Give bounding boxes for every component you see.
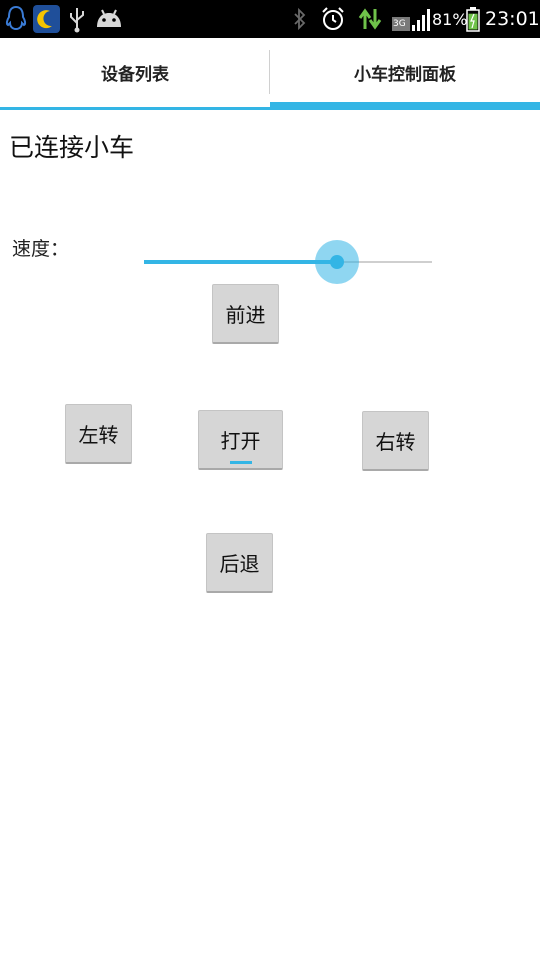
signal-icon: 3G	[392, 5, 430, 33]
forward-button-label: 前进	[225, 303, 266, 327]
tab-car-control-panel[interactable]: 小车控制面板	[270, 38, 540, 110]
tab-bar: 设备列表 小车控制面板	[0, 38, 540, 110]
backward-button[interactable]: 后退	[206, 533, 273, 593]
turn-right-button-label: 右转	[375, 430, 416, 454]
battery-icon	[466, 7, 480, 32]
bluetooth-icon	[294, 7, 306, 31]
android-debug-icon	[97, 9, 121, 27]
battery-percent: 81%	[432, 10, 468, 29]
data-transfer-icon	[358, 8, 382, 30]
open-button[interactable]: 打开	[198, 410, 283, 470]
speed-slider[interactable]	[144, 240, 432, 284]
usb-icon	[70, 8, 84, 33]
app-screen: 3G 81% 23:01 设备列表 小车控制面板 已连接小车 速度： 前进 左转…	[0, 0, 540, 960]
status-bar: 3G 81% 23:01	[0, 0, 540, 38]
turn-left-button-label: 左转	[78, 423, 119, 447]
speed-slider-thumb[interactable]	[330, 255, 344, 269]
moon-icon	[33, 5, 60, 33]
tab-device-list[interactable]: 设备列表	[0, 38, 270, 110]
clock: 23:01	[485, 8, 540, 30]
connection-status: 已连接小车	[9, 133, 135, 162]
qq-penguin-icon	[5, 5, 27, 31]
open-button-label: 打开	[220, 429, 261, 453]
tab-device-list-label: 设备列表	[101, 65, 169, 85]
speed-slider-fill	[144, 260, 337, 264]
forward-button[interactable]: 前进	[212, 284, 279, 344]
speed-label: 速度：	[12, 238, 70, 260]
alarm-icon	[322, 7, 344, 30]
backward-button-label: 后退	[219, 552, 260, 576]
turn-right-button[interactable]: 右转	[362, 411, 429, 471]
open-button-indicator	[230, 461, 252, 464]
tab-car-control-panel-label: 小车控制面板	[354, 65, 456, 85]
network-type-label: 3G	[393, 19, 406, 29]
turn-left-button[interactable]: 左转	[65, 404, 132, 464]
